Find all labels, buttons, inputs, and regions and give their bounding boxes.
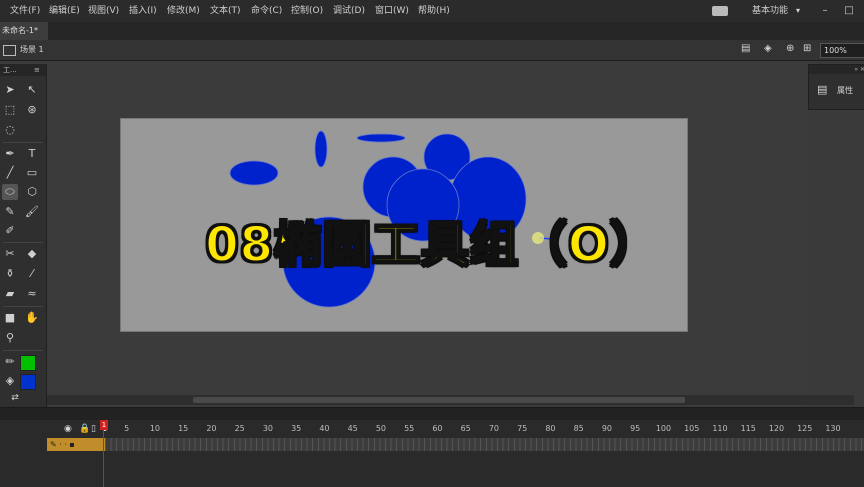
frame-number-label: 95 <box>630 424 641 433</box>
menu-view[interactable]: 视图(V) <box>88 0 119 22</box>
frame-number-label: 60 <box>432 424 443 433</box>
menu-bar: 文件(F) 编辑(E) 视图(V) 插入(I) 修改(M) 文本(T) 命令(C… <box>0 0 864 23</box>
frame-number-label: 120 <box>768 424 785 433</box>
frame-number-label: 35 <box>291 424 302 433</box>
hand-tool-icon[interactable]: ✋ <box>24 310 40 326</box>
eraser-tool-icon[interactable]: ▰ <box>2 286 18 302</box>
frame-number-label: 80 <box>545 424 556 433</box>
frame-number-label: 5 <box>124 424 130 433</box>
edit-bar: 场景 1 ▤ ◈ ⊕ ⊞ 100% <box>0 40 864 61</box>
properties-panel: » ✕ ▤ 属性 <box>808 64 864 110</box>
frame-number-label: 130 <box>825 424 841 433</box>
stage-horizontal-scrollbar[interactable] <box>47 395 854 405</box>
clip-icon[interactable]: ⊞ <box>803 43 811 54</box>
properties-icon[interactable]: ▤ <box>817 83 827 96</box>
camera-tool-icon[interactable]: ■ <box>2 310 18 326</box>
frame-number-label: 125 <box>797 424 813 433</box>
menu-modify[interactable]: 修改(M) <box>167 0 200 22</box>
tools-panel-header: 工... ≡ <box>0 64 46 76</box>
tools-divider <box>3 142 43 143</box>
frame-number-label: 105 <box>684 424 700 433</box>
stroke-color-swatch[interactable] <box>20 355 36 371</box>
stage-ellipse <box>229 160 279 186</box>
restore-button[interactable]: □ <box>840 4 858 18</box>
scrollbar-thumb[interactable] <box>193 397 685 403</box>
fill-color-swatch[interactable] <box>20 374 36 390</box>
frame-number-label: 15 <box>178 424 189 433</box>
frame-number-label: 45 <box>347 424 358 433</box>
chevron-down-icon[interactable]: ▾ <box>796 0 800 22</box>
center-stage-icon[interactable]: ⊕ <box>786 43 794 54</box>
menu-edit[interactable]: 编辑(E) <box>49 0 80 22</box>
sync-settings-icon[interactable] <box>712 6 728 16</box>
frame-number-label: 65 <box>460 424 471 433</box>
zoom-tool-icon[interactable]: ⚲ <box>2 330 18 346</box>
edit-scene-icon[interactable]: ▤ <box>741 43 750 54</box>
frame-ruler[interactable]: 1510152025303540455055606570758085909510… <box>0 408 864 436</box>
layer-frames[interactable] <box>105 438 864 451</box>
frame-number-label: 100 <box>655 424 672 433</box>
menu-debug[interactable]: 调试(D) <box>333 0 365 22</box>
frame-number-label: 110 <box>712 424 728 433</box>
tab-document-label: 未命名-1* <box>2 26 38 35</box>
frame-number-label: 10 <box>149 424 161 433</box>
zoom-select[interactable]: 100% <box>820 43 864 58</box>
width-tool-icon[interactable]: ≈ <box>24 286 40 302</box>
frame-number-label: 50 <box>375 424 387 433</box>
frame-number-label: 85 <box>573 424 584 433</box>
menu-control[interactable]: 控制(O) <box>291 0 323 22</box>
menu-text[interactable]: 文本(T) <box>210 0 241 22</box>
oval-tool-icon[interactable]: ⬭ <box>2 184 18 200</box>
tab-document[interactable]: 未命名-1* × <box>0 22 48 53</box>
swap-colors-icon[interactable]: ⇄ <box>7 390 23 406</box>
playhead[interactable] <box>103 420 104 487</box>
workspace-switcher[interactable]: 基本功能 <box>752 0 788 22</box>
frame-number-label: 30 <box>262 424 274 433</box>
properties-label[interactable]: 属性 <box>837 85 853 96</box>
lasso-tool-icon[interactable]: ◌ <box>2 122 18 138</box>
stroke-color-icon: ✏ <box>5 355 15 368</box>
menu-insert[interactable]: 插入(I) <box>129 0 157 22</box>
edit-symbol-icon[interactable]: ◈ <box>764 43 772 54</box>
stage-ellipse <box>356 133 406 143</box>
selection-tool-icon[interactable]: ➤ <box>2 82 18 98</box>
layer-row[interactable]: ✎ · · ▪ <box>47 438 105 451</box>
video-caption: 08椭圆工具组（O） <box>204 216 659 274</box>
rectangle-tool-icon[interactable]: ▭ <box>24 165 40 181</box>
frame-number-label: 90 <box>601 424 613 433</box>
stage-ellipse <box>314 130 328 168</box>
panel-menu-icon[interactable]: ≡ <box>34 64 40 76</box>
menu-help[interactable]: 帮助(H) <box>418 0 450 22</box>
scene-icon <box>3 45 16 56</box>
panel-collapse-icon[interactable]: » ✕ <box>809 65 864 74</box>
frame-number-label: 40 <box>319 424 330 433</box>
frame-number-label: 115 <box>740 424 756 433</box>
line-tool-icon[interactable]: ╱ <box>2 165 18 181</box>
frame-number-label: 70 <box>488 424 500 433</box>
pen-tool-icon[interactable]: ✒ <box>2 146 18 162</box>
subselection-tool-icon[interactable]: ↖ <box>24 82 40 98</box>
tools-panel-title: 工... <box>3 66 17 74</box>
minimize-button[interactable]: – <box>816 4 834 18</box>
free-transform-tool-icon[interactable]: ⬚ <box>2 102 18 118</box>
fill-color-icon: ◈ <box>5 374 15 387</box>
frame-number-label: 20 <box>206 424 217 433</box>
menu-window[interactable]: 窗口(W) <box>375 0 409 22</box>
layer-pencil-icon: ✎ · · ▪ <box>50 440 75 449</box>
current-frame-indicator[interactable]: 1 <box>100 420 108 430</box>
text-tool-icon[interactable]: T <box>24 146 40 162</box>
3d-rotation-tool-icon[interactable]: ⊛ <box>24 102 40 118</box>
frame-number-label: 25 <box>234 424 245 433</box>
polystar-tool-icon[interactable]: ⬡ <box>24 184 40 200</box>
frame-number-label: 75 <box>517 424 528 433</box>
timeline-panel: ◉ 🔒 ▯ 1510152025303540455055606570758085… <box>0 407 864 487</box>
menu-file[interactable]: 文件(F) <box>10 0 40 22</box>
tools-divider <box>3 306 43 307</box>
frame-number-label: 55 <box>404 424 415 433</box>
tools-divider <box>3 350 43 351</box>
scene-label[interactable]: 场景 1 <box>20 40 44 60</box>
document-tab-bar: 未命名-1* × <box>0 22 864 53</box>
menu-commands[interactable]: 命令(C) <box>251 0 282 22</box>
